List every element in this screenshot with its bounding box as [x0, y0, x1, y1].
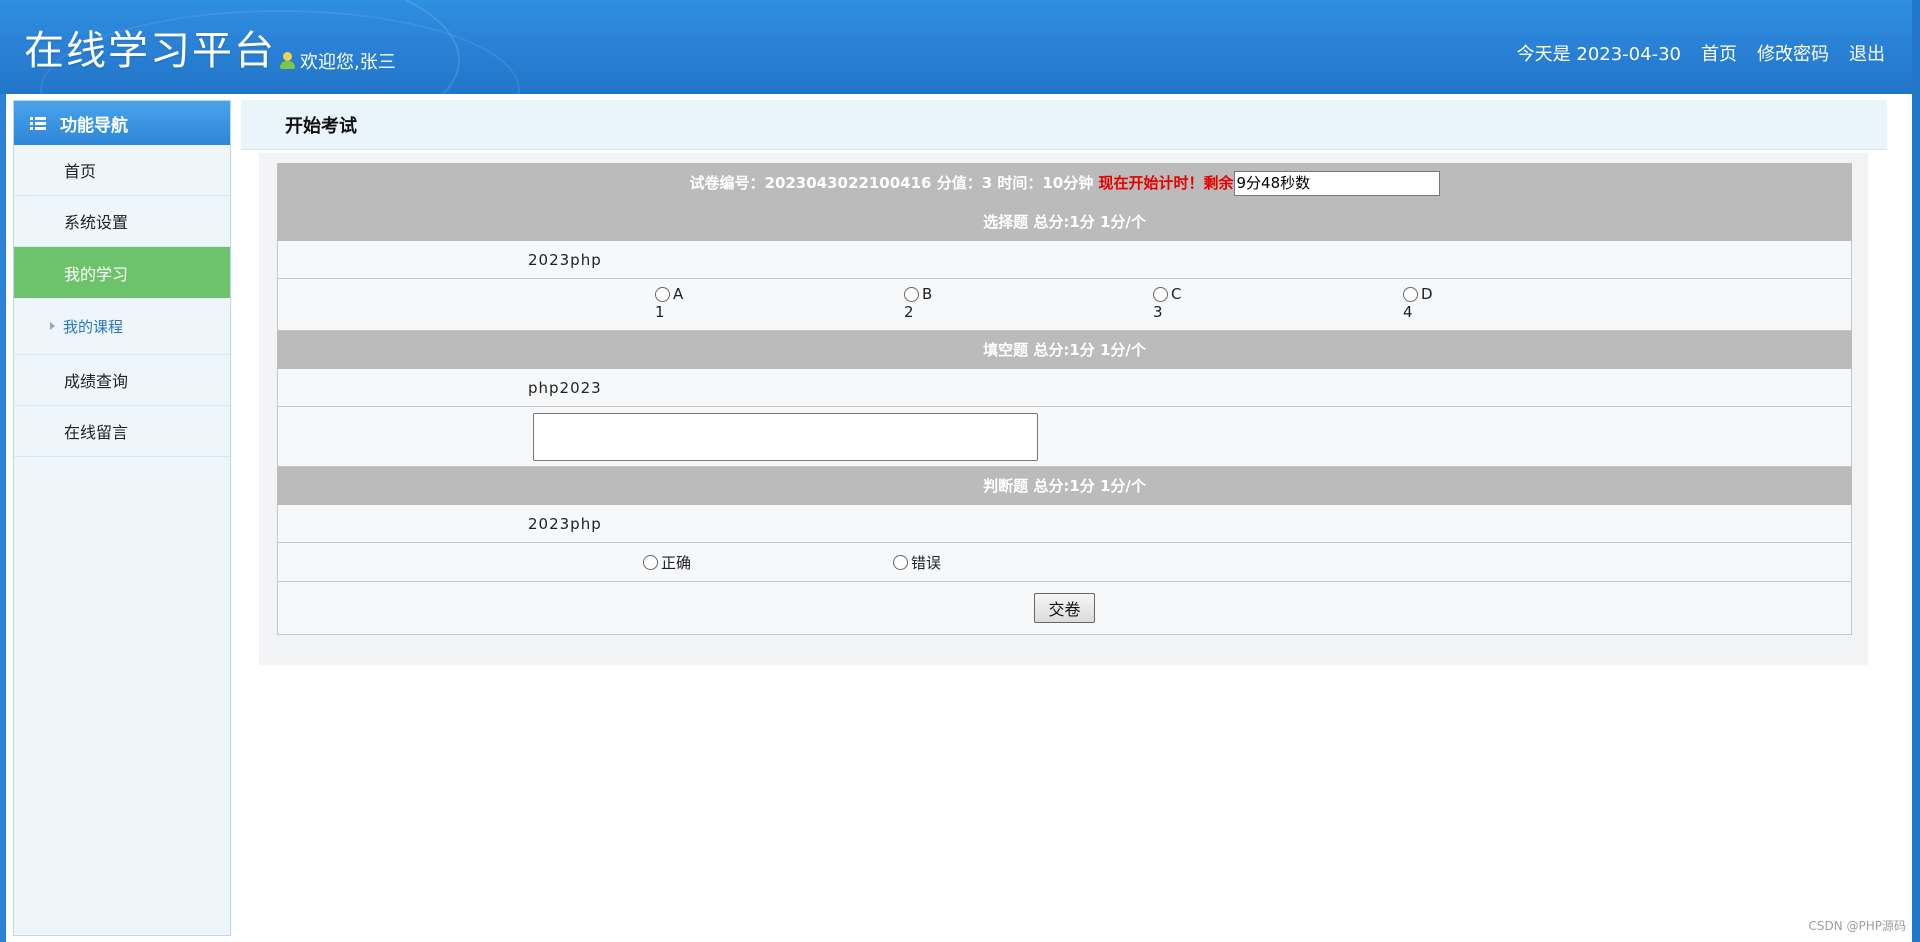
nav-home-link[interactable]: 首页 — [1701, 40, 1737, 66]
answer-cell — [277, 406, 1852, 467]
sidebar-item-scores[interactable]: 成绩查询 — [14, 355, 230, 406]
question-text: php2023 — [277, 368, 1852, 407]
timer-label: 现在开始计时！剩余 — [1098, 173, 1234, 192]
sidebar-item-settings[interactable]: 系统设置 — [14, 196, 230, 247]
fill-answer-input[interactable] — [533, 412, 1038, 461]
option-d[interactable]: D 4 — [1403, 285, 1433, 321]
nav-change-password-link[interactable]: 修改密码 — [1757, 40, 1829, 66]
option-text: 3 — [1153, 303, 1163, 321]
sidebar-title: 功能导航 — [60, 115, 128, 136]
welcome-message: 欢迎您,张三 — [280, 48, 396, 74]
nav-logout-link[interactable]: 退出 — [1849, 40, 1885, 66]
option-letter: A — [673, 285, 684, 303]
option-label: 正确 — [661, 554, 692, 572]
option-label: 错误 — [911, 554, 942, 572]
radio-button[interactable] — [655, 286, 670, 302]
option-c[interactable]: C 3 — [1153, 285, 1181, 321]
top-header: 在线学习平台 欢迎您,张三 今天是 2023-04-30 首页 修改密码 退出 — [0, 0, 1920, 94]
judge-options-row: 正确 错误 — [277, 542, 1852, 582]
section-header-judge: 判断题 总分:1分 1分/个 — [277, 466, 1852, 505]
user-icon — [280, 52, 295, 70]
triangle-right-icon — [50, 322, 55, 330]
option-letter: B — [922, 285, 933, 303]
radio-button[interactable] — [904, 286, 919, 302]
timer-field: 9分48秒数 — [1233, 170, 1440, 196]
exam-info-cell: 试卷编号：2023043022100416 分值：3 时间：10分钟 现在开始计… — [277, 163, 1852, 203]
question-row: 2023php — [277, 240, 1852, 279]
frame-border — [0, 94, 6, 942]
submit-exam-button[interactable]: 交卷 — [1034, 593, 1095, 623]
question-row: 2023php — [277, 504, 1852, 543]
sidebar-subitem-label: 我的课程 — [63, 317, 124, 336]
judge-options-cell: 正确 错误 — [277, 542, 1852, 582]
option-b[interactable]: B 2 — [904, 285, 932, 321]
exam-table: 试卷编号：2023043022100416 分值：3 时间：10分钟 现在开始计… — [277, 163, 1852, 635]
question-text: 2023php — [277, 240, 1852, 279]
section-title: 判断题 总分:1分 1分/个 — [277, 466, 1852, 505]
option-text: 1 — [655, 303, 665, 321]
section-title: 填空题 总分:1分 1分/个 — [277, 330, 1852, 369]
section-header-choice: 选择题 总分:1分 1分/个 — [277, 202, 1852, 241]
window-edge — [1912, 0, 1920, 942]
exam-info: 试卷编号：2023043022100416 分值：3 时间：10分钟 — [689, 173, 1094, 192]
sidebar: 功能导航 首页 系统设置 我的学习 我的课程 成绩查询 在线留言 — [13, 100, 231, 936]
list-icon — [30, 116, 46, 130]
section-header-fill: 填空题 总分:1分 1分/个 — [277, 330, 1852, 369]
sidebar-subitem-my-courses[interactable]: 我的课程 — [14, 298, 230, 355]
sidebar-header: 功能导航 — [14, 101, 230, 145]
watermark: CSDN @PHP源码 — [1808, 919, 1906, 933]
radio-button[interactable] — [1153, 286, 1168, 302]
sidebar-item-home[interactable]: 首页 — [14, 145, 230, 196]
question-row: php2023 — [277, 368, 1852, 407]
page-title: 开始考试 — [241, 100, 1887, 150]
site-logo: 在线学习平台 — [24, 28, 276, 74]
radio-button[interactable] — [643, 555, 658, 570]
option-true[interactable]: 正确 — [643, 552, 691, 573]
option-text: 2 — [904, 303, 914, 321]
option-a[interactable]: A 1 — [655, 285, 683, 321]
option-letter: C — [1171, 285, 1182, 303]
radio-button[interactable] — [893, 555, 908, 570]
option-text: 4 — [1403, 303, 1413, 321]
section-title: 选择题 总分:1分 1分/个 — [277, 202, 1852, 241]
options-cell: A 1 B 2 C 3 D 4 — [277, 278, 1852, 331]
option-false[interactable]: 错误 — [893, 552, 941, 573]
welcome-text: 欢迎您,张三 — [300, 52, 396, 73]
option-letter: D — [1421, 285, 1433, 303]
submit-row: 交卷 — [277, 581, 1852, 635]
options-row: A 1 B 2 C 3 D 4 — [277, 278, 1852, 331]
question-text: 2023php — [277, 504, 1852, 543]
sidebar-item-my-learning[interactable]: 我的学习 — [14, 247, 230, 298]
answer-row — [277, 406, 1852, 467]
current-date: 今天是 2023-04-30 — [1516, 44, 1681, 65]
sidebar-item-messages[interactable]: 在线留言 — [14, 406, 230, 457]
exam-info-row: 试卷编号：2023043022100416 分值：3 时间：10分钟 现在开始计… — [277, 163, 1852, 203]
submit-cell: 交卷 — [277, 581, 1852, 635]
radio-button[interactable] — [1403, 286, 1418, 302]
top-nav: 今天是 2023-04-30 首页 修改密码 退出 — [1517, 40, 1885, 66]
